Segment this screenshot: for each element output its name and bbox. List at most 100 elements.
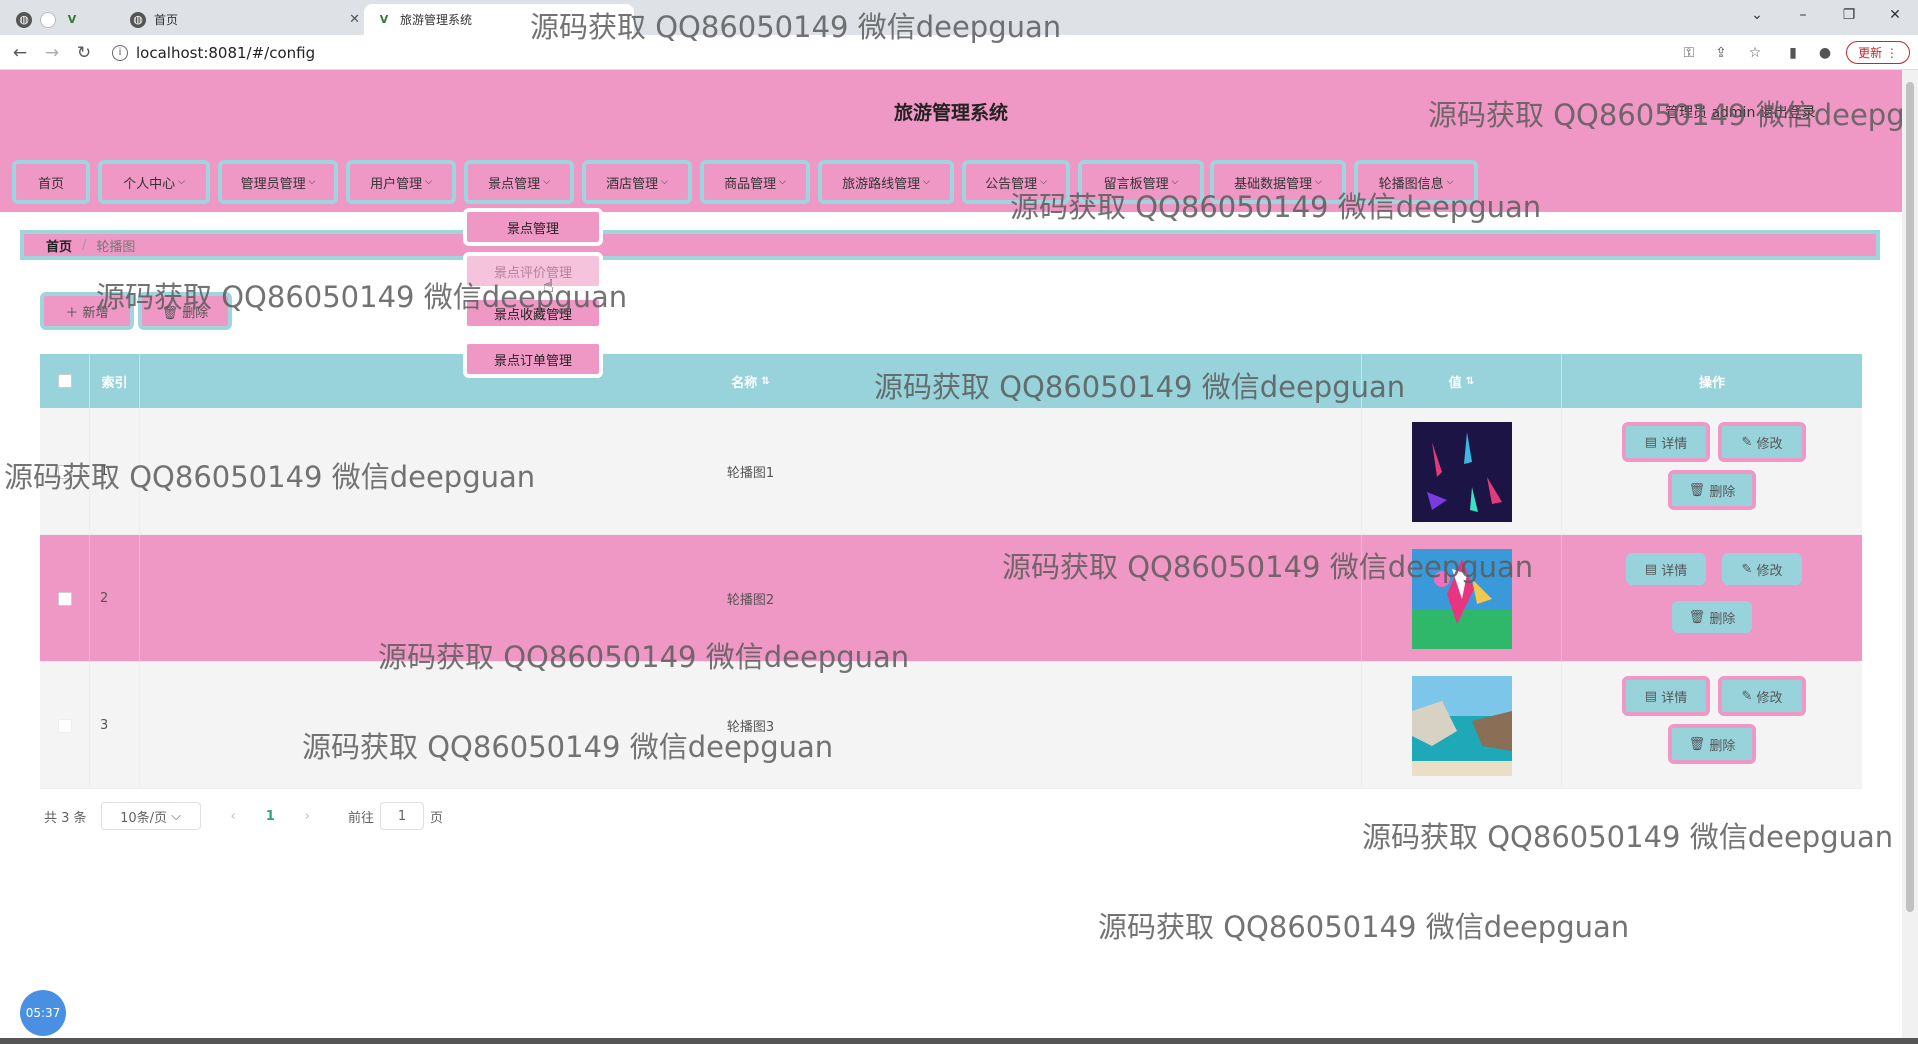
delete-button[interactable]: 🗑 删除 — [138, 292, 232, 330]
column-header-value[interactable]: 值 ⇅ — [1362, 354, 1562, 408]
menu-label: 首页 — [37, 176, 64, 192]
detail-button[interactable]: ▤ 详情 — [1622, 676, 1710, 716]
browser-tab-bar: ◍ V ◍ 首页 ✕ V 旅游管理系统 ⌄ – ❐ ✕ — [0, 0, 1918, 35]
edit-button[interactable]: ✎ 修改 — [1718, 422, 1806, 462]
reload-icon[interactable]: ↻ — [72, 41, 96, 65]
chevron-down-icon: ⌵ — [923, 177, 930, 187]
edit-button[interactable]: ✎ 修改 — [1718, 676, 1806, 716]
admin-area[interactable]: 管理员 admin 退出登录 — [1665, 102, 1816, 122]
menu-item-notice[interactable]: 公告管理 ⌵ — [962, 160, 1070, 204]
menu-item-home[interactable]: 首页 — [12, 160, 90, 204]
sort-icon: ⇅ — [1465, 375, 1475, 387]
sidepanel-icon[interactable]: ▮ — [1782, 43, 1804, 63]
row-checkbox[interactable] — [57, 591, 72, 606]
page-scrollbar[interactable] — [1902, 70, 1918, 1044]
forward-icon[interactable]: → — [40, 41, 64, 65]
minimize-icon[interactable]: – — [1780, 0, 1826, 30]
menu-label: 旅游路线管理 — [842, 176, 921, 192]
menu-item-basedata[interactable]: 基础数据管理 ⌵ — [1210, 160, 1346, 204]
chevron-down-icon[interactable]: ⌄ — [1734, 0, 1780, 30]
info-icon[interactable]: i — [112, 44, 128, 61]
scrollbar-thumb[interactable] — [1906, 82, 1914, 912]
watermark: 源码获取 QQ86050149 微信deepguan — [1098, 910, 1630, 944]
menu-label: 酒店管理 — [606, 176, 659, 192]
menu-label: 商品管理 — [724, 176, 777, 192]
page-size-value: 10条/页 — [120, 810, 168, 826]
app-header: 旅游管理系统 管理员 admin 退出登录 — [0, 70, 1902, 150]
column-header-index[interactable]: 索引 — [90, 354, 140, 408]
column-header-name[interactable]: 名称 ⇅ — [140, 354, 1362, 408]
close-icon[interactable]: ✕ — [349, 12, 360, 27]
pagination: 共 3 条 10条/页 ⌵ ‹ 1 › 前往 1 页 — [44, 802, 443, 830]
menu-item-users[interactable]: 用户管理 ⌵ — [346, 160, 456, 204]
row-delete-button[interactable]: 🗑 删除 — [1668, 724, 1756, 764]
menu-item-admin[interactable]: 管理员管理 ⌵ — [218, 160, 338, 204]
menu-item-route[interactable]: 旅游路线管理 ⌵ — [818, 160, 954, 204]
dropdown-item-scenic-order[interactable]: 景点订单管理 — [463, 340, 603, 378]
sort-icon: ⇅ — [761, 375, 770, 387]
carousel-thumbnail — [1411, 548, 1512, 649]
goto-suffix: 页 — [430, 810, 444, 826]
globe-icon: ◍ — [130, 11, 146, 28]
table-row[interactable]: 1 轮播图1 ▤ 详情 ✎ 修改 🗑 删除 — [40, 408, 1862, 535]
prev-page-icon[interactable]: ‹ — [231, 809, 236, 824]
next-page-icon[interactable]: › — [305, 809, 310, 824]
dropdown-item-scenic[interactable]: 景点管理 — [463, 208, 603, 246]
page-number[interactable]: 1 — [266, 809, 275, 824]
actions-cell: ▤ 详情 ✎ 修改 🗑 删除 — [1562, 535, 1862, 662]
dropdown-item-scenic-review[interactable]: 景点评价管理 — [463, 252, 603, 290]
update-button[interactable]: 更新 ⋮ — [1846, 41, 1910, 64]
row-delete-button[interactable]: 🗑 删除 — [1672, 601, 1752, 633]
name-cell: 轮播图1 — [140, 408, 1362, 535]
column-header-actions: 操作 — [1698, 375, 1725, 391]
menu-label: 个人中心 — [123, 176, 176, 192]
chevron-down-icon: ⌵ — [1446, 177, 1454, 187]
address-bar[interactable]: i localhost:8081/#/config — [112, 39, 1672, 66]
tab-home[interactable]: ◍ 首页 ✕ — [130, 4, 360, 35]
add-button[interactable]: ＋ 新增 — [40, 292, 134, 330]
table-header: 索引 名称 ⇅ 值 ⇅ 操作 — [40, 354, 1862, 408]
back-icon[interactable]: ← — [8, 41, 32, 65]
tab-icon-group[interactable]: ◍ V — [16, 4, 88, 35]
globe-icon: ◍ — [16, 11, 32, 28]
dropdown-item-scenic-favorite[interactable]: 景点收藏管理 — [463, 296, 603, 330]
menu-item-personal[interactable]: 个人中心 ⌵ — [98, 160, 210, 204]
value-cell — [1362, 662, 1562, 789]
watermark: 源码获取 QQ86050149 微信deepguan — [1362, 820, 1894, 854]
row-checkbox[interactable] — [57, 464, 72, 479]
close-window-icon[interactable]: ✕ — [1872, 0, 1918, 30]
select-all-checkbox[interactable] — [57, 374, 72, 388]
star-icon[interactable]: ☆ — [1744, 43, 1766, 63]
key-icon[interactable]: ⚿ — [1678, 43, 1700, 63]
menu-label: 留言板管理 — [1103, 176, 1169, 192]
row-delete-button[interactable]: 🗑 删除 — [1668, 470, 1756, 510]
row-select-cell — [40, 535, 90, 662]
url-text: localhost:8081/#/config — [136, 43, 316, 62]
row-checkbox[interactable] — [57, 718, 72, 733]
actions-cell: ▤ 详情 ✎ 修改 🗑 删除 — [1562, 662, 1862, 789]
page-size-select[interactable]: 10条/页 ⌵ — [100, 802, 201, 830]
delete-label: 删除 — [1709, 738, 1736, 754]
edit-button[interactable]: ✎ 修改 — [1722, 553, 1802, 585]
detail-label: 详情 — [1661, 690, 1688, 706]
menu-item-message[interactable]: 留言板管理 ⌵ — [1078, 160, 1204, 204]
tab-active[interactable]: V 旅游管理系统 — [364, 4, 634, 35]
goto-page-input[interactable]: 1 — [380, 802, 425, 830]
scenic-dropdown: 景点管理 景点评价管理 景点收藏管理 景点订单管理 — [463, 208, 603, 383]
restore-icon[interactable]: ❐ — [1826, 0, 1872, 30]
table-row[interactable]: 2 轮播图2 ▤ 详情 ✎ 修改 🗑 删除 — [40, 535, 1862, 662]
profile-icon[interactable]: ● — [1814, 43, 1836, 63]
chevron-down-icon: ⌵ — [543, 177, 550, 187]
chevron-down-icon: ⌵ — [308, 177, 316, 187]
share-icon[interactable]: ⇪ — [1710, 43, 1732, 63]
index-cell: 3 — [90, 662, 140, 789]
menu-item-hotel[interactable]: 酒店管理 ⌵ — [582, 160, 692, 204]
detail-button[interactable]: ▤ 详情 — [1626, 553, 1706, 585]
breadcrumb-home[interactable]: 首页 — [46, 236, 72, 255]
tab-label: 首页 — [154, 13, 179, 27]
menu-item-goods[interactable]: 商品管理 ⌵ — [700, 160, 810, 204]
table-row[interactable]: 3 轮播图3 ▤ 详情 ✎ 修改 🗑 删除 — [40, 662, 1862, 789]
detail-button[interactable]: ▤ 详情 — [1622, 422, 1710, 462]
menu-item-carousel[interactable]: 轮播图信息 ⌵ — [1354, 160, 1478, 204]
menu-item-scenic[interactable]: 景点管理 ⌵ — [464, 160, 574, 204]
